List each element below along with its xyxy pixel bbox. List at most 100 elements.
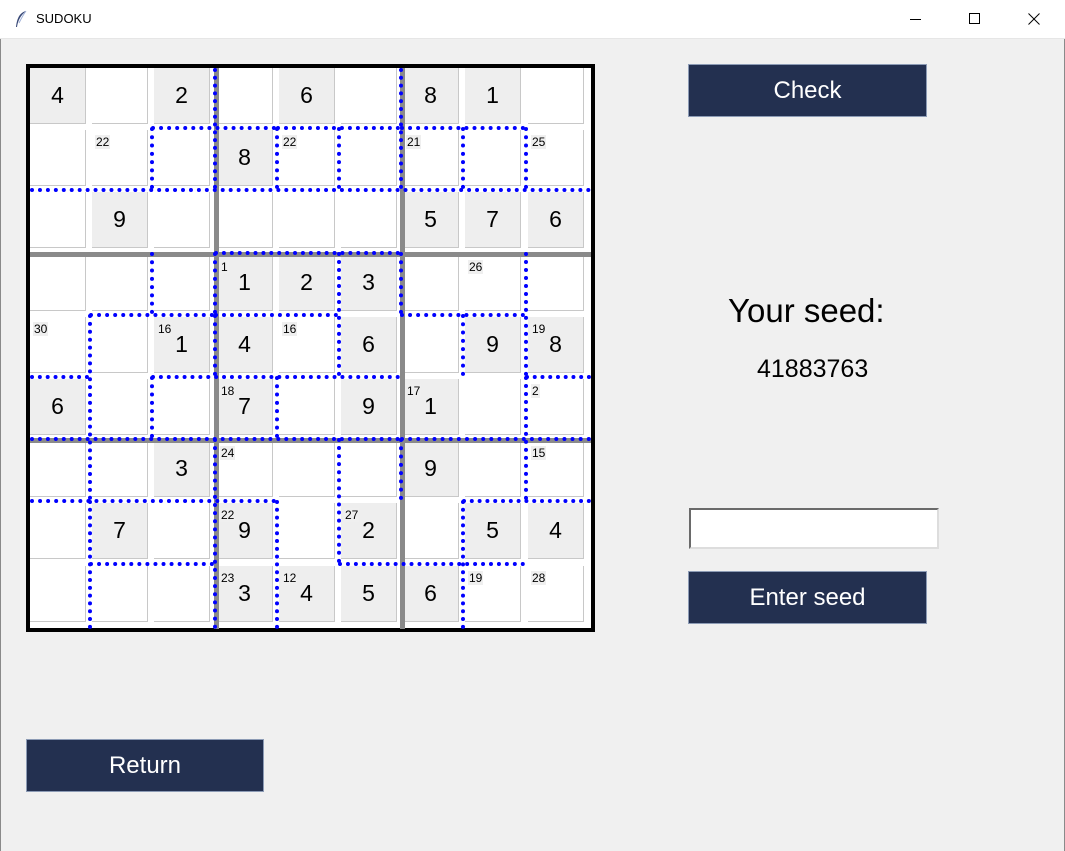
cell-r1-c1[interactable]: 4: [30, 68, 86, 124]
cell-r5-c7[interactable]: [403, 317, 459, 373]
cell-r4-c2[interactable]: [92, 255, 148, 311]
cell-r6-c6[interactable]: 9: [341, 379, 397, 435]
cell-r7-c3[interactable]: 3: [154, 441, 210, 497]
cell-r2-c3[interactable]: [154, 130, 210, 186]
cell-r1-c2[interactable]: [92, 68, 148, 124]
cell-r3-c3[interactable]: [154, 192, 210, 248]
cell-r3-c1[interactable]: [30, 192, 86, 248]
cell-r4-c1[interactable]: [30, 255, 86, 311]
cell-r7-c7[interactable]: 9: [403, 441, 459, 497]
cell-r8-c4[interactable]: 22 9: [217, 503, 273, 559]
cell-r9-c1[interactable]: [30, 566, 86, 622]
cell-r3-c4[interactable]: [217, 192, 273, 248]
cell-r8-c2[interactable]: 7: [92, 503, 148, 559]
close-button[interactable]: [1005, 0, 1063, 39]
cell-r4-c5[interactable]: 2: [279, 255, 335, 311]
cell-r1-c3[interactable]: 2: [154, 68, 210, 124]
cell-r2-c9[interactable]: 25: [528, 130, 584, 186]
cell-value: 9: [424, 455, 437, 481]
cell-r2-c1[interactable]: [30, 130, 86, 186]
cell-r9-c2[interactable]: [92, 566, 148, 622]
cell-value: [30, 255, 85, 310]
cell-r7-c2[interactable]: [92, 441, 148, 497]
cell-r6-c5[interactable]: [279, 379, 335, 435]
cell-r3-c5[interactable]: [279, 192, 335, 248]
cell-r7-c4[interactable]: 24: [217, 441, 273, 497]
cell-r2-c4[interactable]: 8: [217, 130, 273, 186]
cell-r7-c6[interactable]: [341, 441, 397, 497]
cell-r8-c5[interactable]: [279, 503, 335, 559]
cell-r5-c8[interactable]: 9: [465, 317, 521, 373]
cell-r7-c5[interactable]: [279, 441, 335, 497]
cell-r5-c4[interactable]: 4: [217, 317, 273, 373]
cell-r2-c2[interactable]: 22: [92, 130, 148, 186]
cell-r1-c9[interactable]: [528, 68, 584, 124]
cell-r5-c1[interactable]: 30: [30, 317, 86, 373]
cell-r9-c4[interactable]: 23 3: [217, 566, 273, 622]
cell-r5-c5[interactable]: 16: [279, 317, 335, 373]
cell-r4-c8[interactable]: 26: [465, 255, 521, 311]
cell-r6-c9[interactable]: 2: [528, 379, 584, 435]
cell-r9-c7[interactable]: 6: [403, 566, 459, 622]
cell-value: 5: [424, 206, 437, 232]
cell-value: [341, 441, 396, 496]
cell-r3-c8[interactable]: 7: [465, 192, 521, 248]
cell-r5-c2[interactable]: [92, 317, 148, 373]
window-left-edge: [0, 39, 1, 851]
cell-r6-c3[interactable]: [154, 379, 210, 435]
cell-r8-c7[interactable]: [403, 503, 459, 559]
cell-r4-c7[interactable]: [403, 255, 459, 311]
maximize-button[interactable]: [946, 0, 1004, 39]
minimize-button[interactable]: [887, 0, 945, 39]
check-button[interactable]: Check: [688, 64, 927, 117]
cell-value: 4: [51, 82, 64, 108]
cell-r1-c6[interactable]: [341, 68, 397, 124]
cell-r6-c1[interactable]: 6: [30, 379, 86, 435]
cell-r2-c5[interactable]: 22: [279, 130, 335, 186]
cell-r9-c8[interactable]: 19: [465, 566, 521, 622]
cell-r2-c7[interactable]: 21: [403, 130, 459, 186]
cell-r8-c9[interactable]: 4: [528, 503, 584, 559]
cell-r4-c9[interactable]: [528, 255, 584, 311]
cell-r8-c1[interactable]: [30, 503, 86, 559]
cell-value: 2: [300, 269, 313, 295]
cell-r2-c8[interactable]: [465, 130, 521, 186]
cell-r6-c4[interactable]: 18 7: [217, 379, 273, 435]
cage-border: [524, 127, 528, 189]
cage-border: [461, 314, 465, 376]
cell-r5-c6[interactable]: 6: [341, 317, 397, 373]
cell-r8-c3[interactable]: [154, 503, 210, 559]
cell-r3-c7[interactable]: 5: [403, 192, 459, 248]
cell-r7-c1[interactable]: [30, 441, 86, 497]
cell-r9-c9[interactable]: 28: [528, 566, 584, 622]
cell-r5-c9[interactable]: 19 8: [528, 317, 584, 373]
cell-r4-c4[interactable]: 11: [217, 255, 273, 311]
cell-r4-c3[interactable]: [154, 255, 210, 311]
cell-r6-c2[interactable]: [92, 379, 148, 435]
cell-r3-c6[interactable]: [341, 192, 397, 248]
cell-r7-c9[interactable]: 15: [528, 441, 584, 497]
cell-r9-c5[interactable]: 12 4: [279, 566, 335, 622]
enter-seed-button[interactable]: Enter seed: [688, 571, 927, 624]
cell-r5-c3[interactable]: 16 1: [154, 317, 210, 373]
cell-r1-c4[interactable]: [217, 68, 273, 124]
return-button[interactable]: Return: [26, 739, 264, 792]
cell-r1-c5[interactable]: 6: [279, 68, 335, 124]
cell-r2-c6[interactable]: [341, 130, 397, 186]
cell-r1-c7[interactable]: 8: [403, 68, 459, 124]
seed-input[interactable]: [689, 508, 939, 549]
cage-border: [150, 252, 154, 314]
cell-r7-c8[interactable]: [465, 441, 521, 497]
cell-r3-c2[interactable]: 9: [92, 192, 148, 248]
cell-r8-c8[interactable]: 5: [465, 503, 521, 559]
cell-r9-c6[interactable]: 5: [341, 566, 397, 622]
cell-r6-c7[interactable]: 17 1: [403, 379, 459, 435]
cell-r6-c8[interactable]: [465, 379, 521, 435]
cell-r9-c3[interactable]: [154, 566, 210, 622]
cell-r1-c8[interactable]: 1: [465, 68, 521, 124]
cell-value: 2: [362, 517, 375, 543]
cell-r8-c6[interactable]: 27 2: [341, 503, 397, 559]
cell-r4-c6[interactable]: 3: [341, 255, 397, 311]
cell-r3-c9[interactable]: 6: [528, 192, 584, 248]
cage-border: [337, 127, 341, 189]
